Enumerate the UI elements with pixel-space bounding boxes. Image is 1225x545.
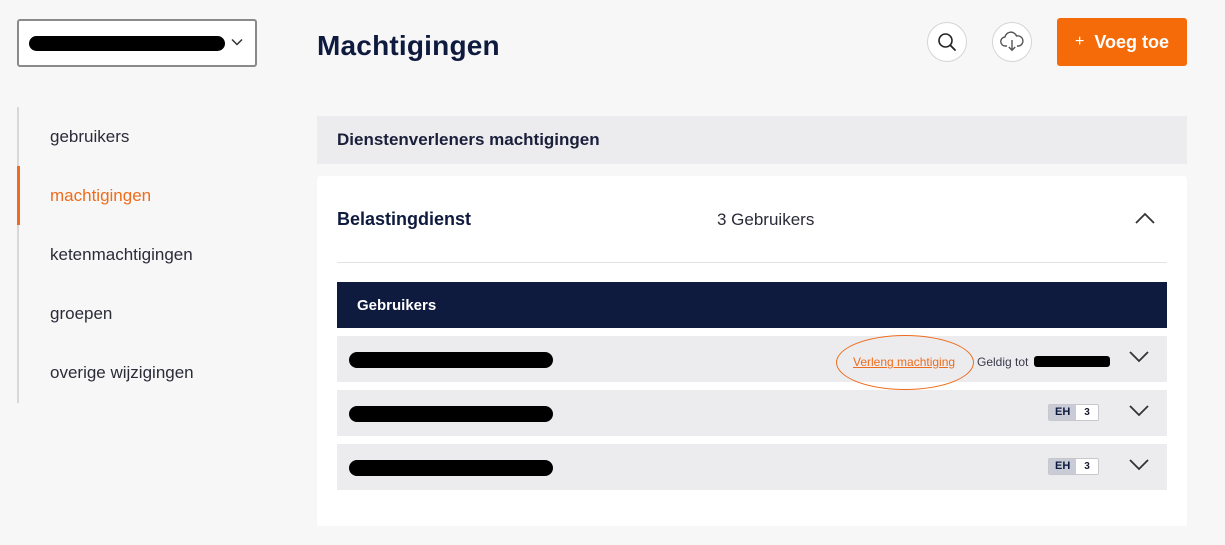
user-count: 3 Gebruikers bbox=[717, 210, 815, 229]
chevron-down-icon bbox=[231, 38, 243, 46]
section-title: Dienstenverleners machtigingen bbox=[317, 116, 1187, 164]
sidebar-nav: gebruikers machtigingen ketenmachtiginge… bbox=[17, 107, 247, 403]
search-icon bbox=[938, 33, 956, 51]
user-row[interactable]: EH 3 bbox=[337, 444, 1167, 490]
sidebar-item-overige-wijzigingen[interactable]: overige wijzigingen bbox=[19, 343, 247, 402]
search-button[interactable] bbox=[927, 22, 967, 62]
users-table-header: Gebruikers bbox=[337, 282, 1167, 328]
plus-icon: + bbox=[1074, 33, 1085, 50]
organisation-name-redacted bbox=[29, 35, 225, 51]
provider-card: Belastingdienst 3 Gebruikers Gebruikers … bbox=[317, 176, 1187, 526]
role-badge-code: EH bbox=[1049, 405, 1077, 420]
download-button[interactable] bbox=[992, 22, 1032, 62]
page-title: Machtigingen bbox=[317, 30, 500, 61]
user-row[interactable]: EH 3 bbox=[337, 390, 1167, 436]
role-badge-count: 3 bbox=[1076, 459, 1098, 474]
organisation-select[interactable] bbox=[17, 19, 257, 67]
provider-card-header[interactable]: Belastingdienst 3 Gebruikers bbox=[337, 176, 1167, 263]
user-name-redacted bbox=[349, 406, 553, 422]
chevron-down-icon[interactable] bbox=[1129, 351, 1149, 363]
provider-name: Belastingdienst bbox=[337, 209, 472, 229]
user-row[interactable]: Verleng machtiging Geldig tot bbox=[337, 335, 1167, 390]
valid-until-date-redacted bbox=[1034, 356, 1110, 367]
chevron-down-icon[interactable] bbox=[1129, 459, 1149, 471]
valid-until-label: Geldig tot bbox=[977, 355, 1029, 369]
user-name-redacted bbox=[349, 352, 553, 368]
sidebar-item-gebruikers[interactable]: gebruikers bbox=[19, 107, 247, 166]
role-badge: EH 3 bbox=[1048, 404, 1099, 421]
sidebar-item-ketenmachtigingen[interactable]: ketenmachtigingen bbox=[19, 225, 247, 284]
user-name-redacted bbox=[349, 460, 553, 476]
extend-authorization-link[interactable]: Verleng machtiging bbox=[853, 355, 955, 369]
sidebar-item-groepen[interactable]: groepen bbox=[19, 284, 247, 343]
cloud-download-icon bbox=[1000, 31, 1024, 52]
add-button[interactable]: + Voeg toe bbox=[1057, 18, 1187, 66]
role-badge: EH 3 bbox=[1048, 458, 1099, 475]
chevron-up-icon[interactable] bbox=[1135, 212, 1155, 224]
add-button-label: Voeg toe bbox=[1094, 31, 1169, 52]
role-badge-code: EH bbox=[1049, 459, 1077, 474]
chevron-down-icon[interactable] bbox=[1129, 405, 1149, 417]
role-badge-count: 3 bbox=[1076, 405, 1098, 420]
sidebar-item-machtigingen[interactable]: machtigingen bbox=[17, 166, 247, 225]
